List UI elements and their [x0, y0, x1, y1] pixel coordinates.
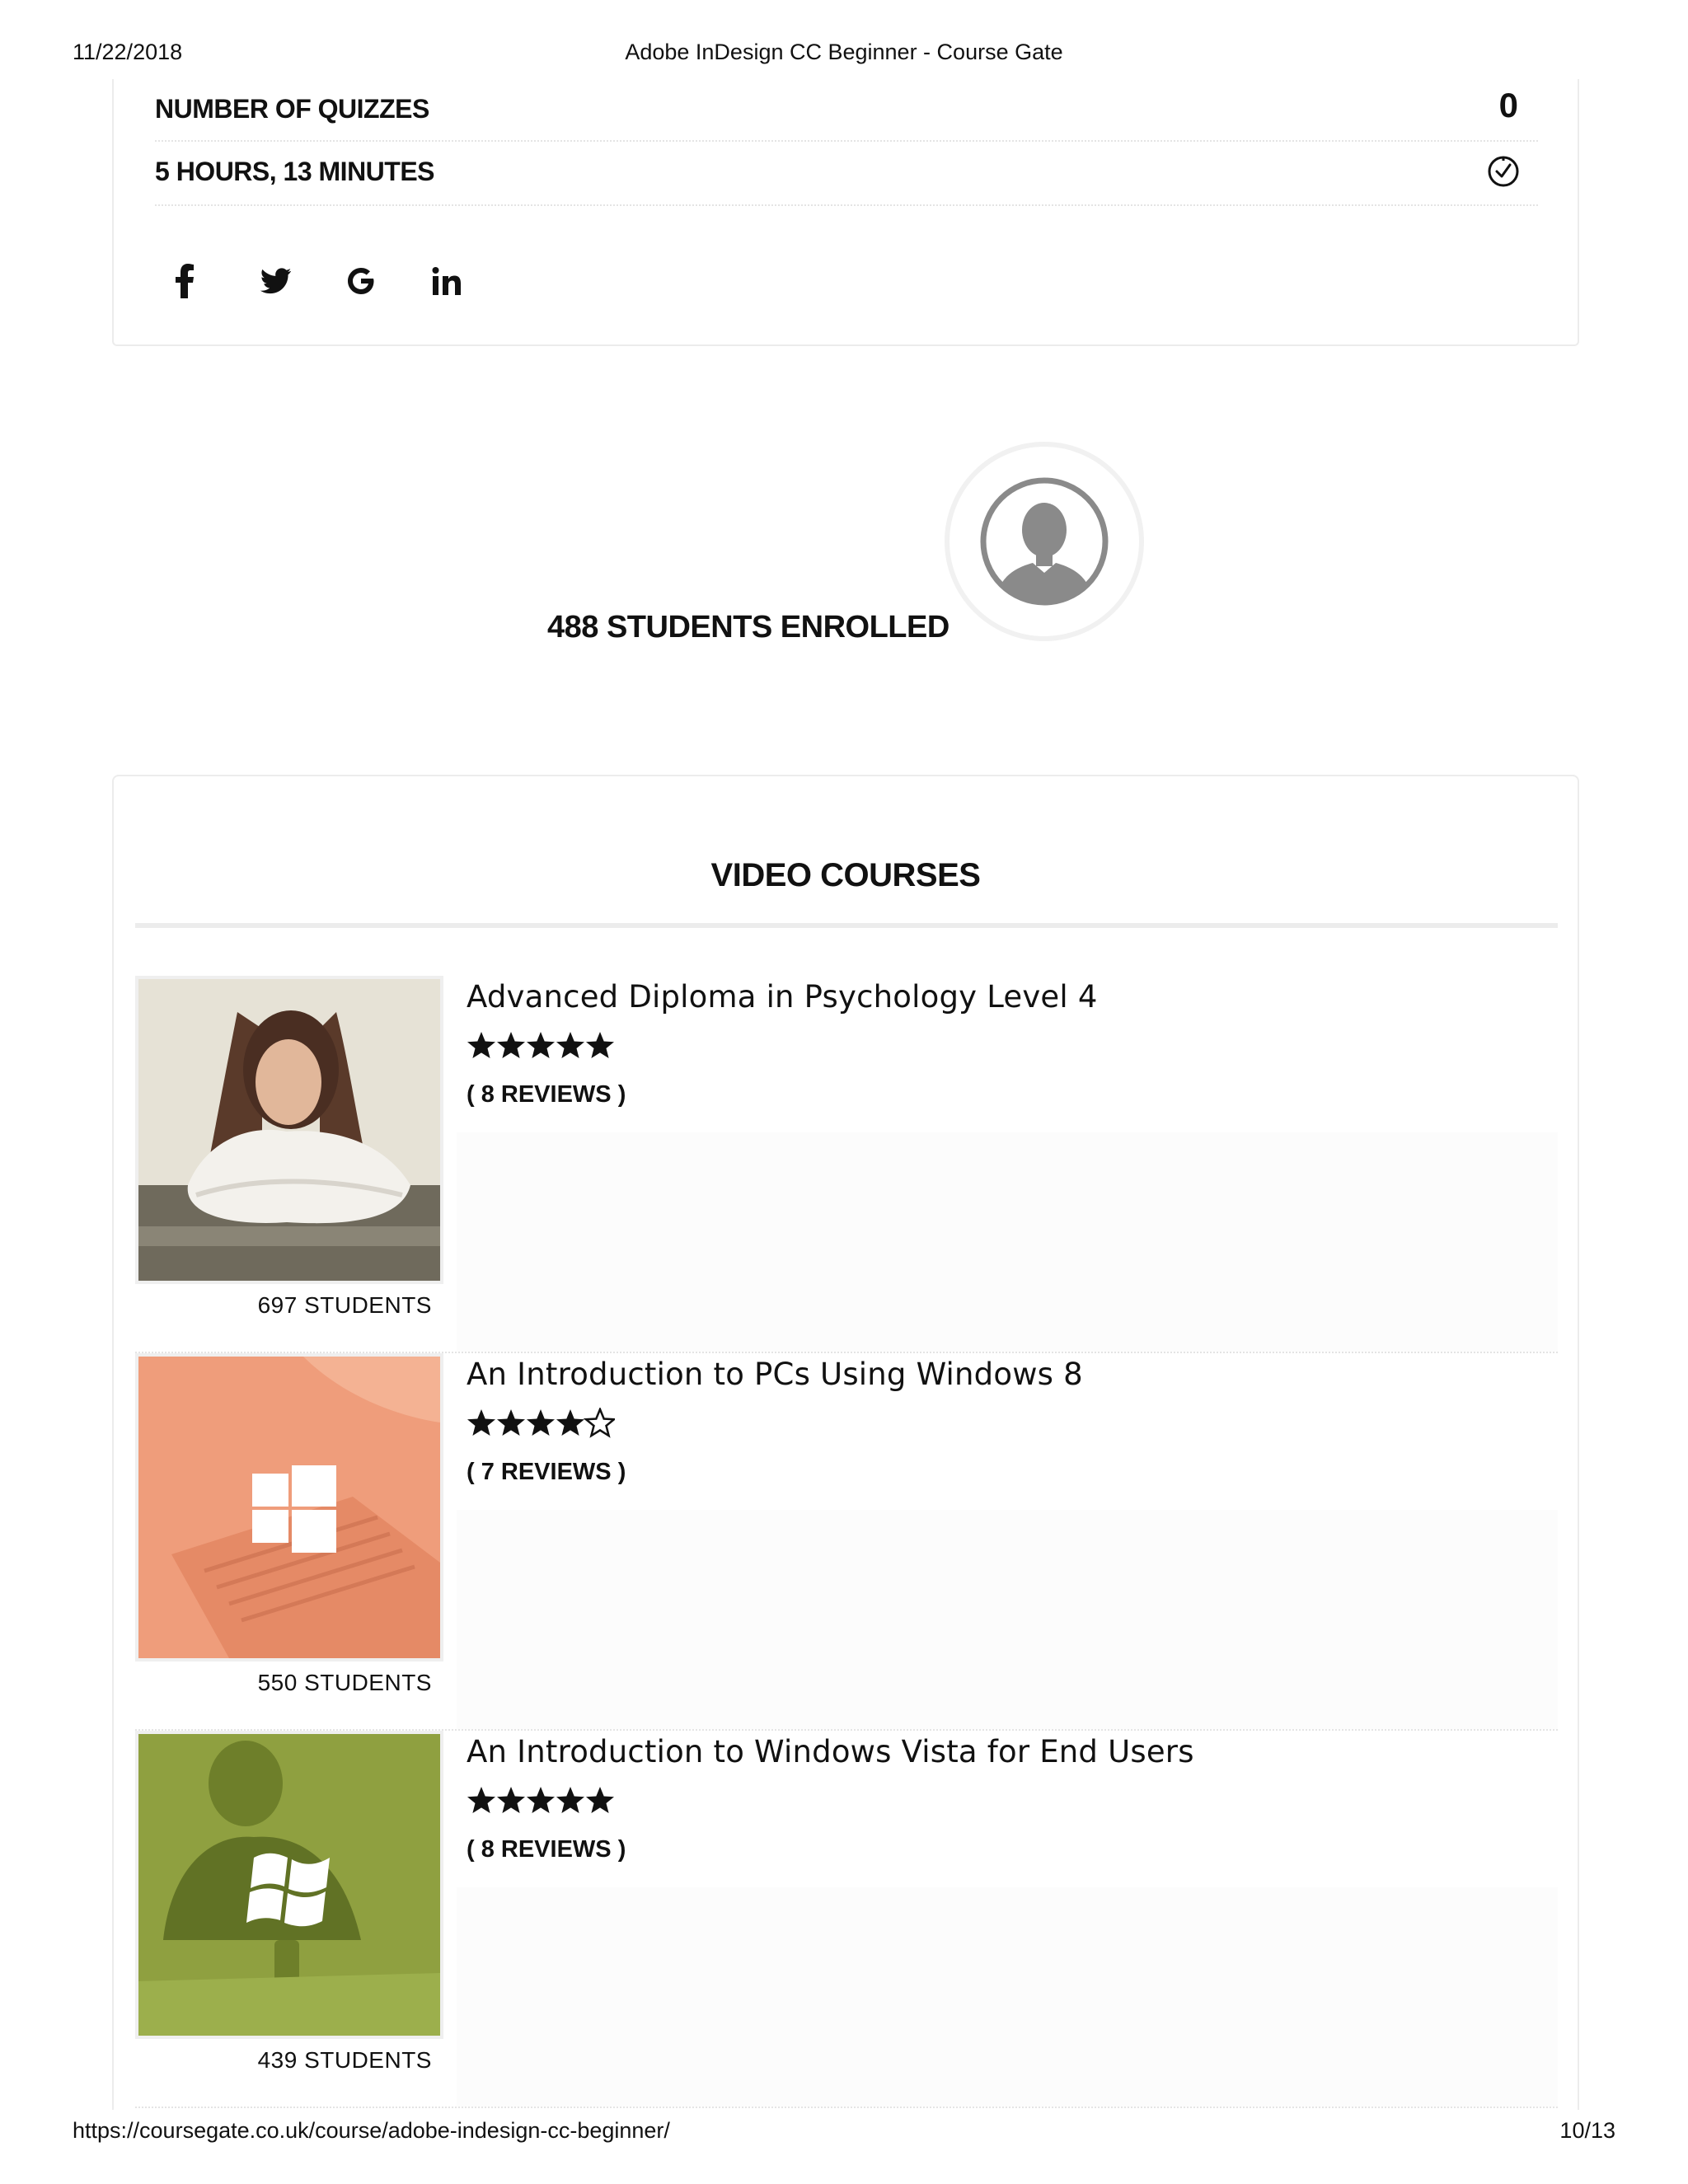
duration-label: 5 HOURS, 13 MINUTES: [155, 157, 435, 186]
course-item[interactable]: 697 STUDENTS Advanced Diploma in Psychol…: [135, 976, 1558, 1353]
quizzes-label: NUMBER OF QUIZZES: [155, 94, 429, 124]
course-meta-card: NUMBER OF QUIZZES 0 5 HOURS, 13 MINUTES: [112, 79, 1579, 346]
course-students-count: 439 STUDENTS: [257, 2047, 432, 2073]
social-share-bar: [155, 252, 498, 310]
person-photo-icon: [138, 979, 440, 1281]
section-divider: [135, 923, 1558, 928]
star-rating: [467, 1787, 614, 1813]
course-thumbnail[interactable]: [135, 976, 443, 1284]
course-detail-panel: [457, 1510, 1558, 1729]
course-item[interactable]: 439 STUDENTS An Introduction to Windows …: [135, 1731, 1558, 2108]
star-rating: [467, 1408, 615, 1438]
course-title-link[interactable]: An Introduction to PCs Using Windows 8: [467, 1357, 1083, 1392]
course-detail-panel: [457, 1887, 1558, 2107]
print-footer: https://coursegate.co.uk/course/adobe-in…: [0, 2118, 1688, 2146]
course-thumbnail[interactable]: [135, 1353, 443, 1661]
print-url: https://coursegate.co.uk/course/adobe-in…: [73, 2118, 670, 2143]
user-avatar-icon: [980, 477, 1109, 606]
course-item[interactable]: 550 STUDENTS An Introduction to PCs Usin…: [135, 1353, 1558, 1731]
star-rating: [467, 1032, 614, 1058]
course-students-count: 550 STUDENTS: [257, 1670, 432, 1695]
duration-row: 5 HOURS, 13 MINUTES: [155, 142, 1538, 206]
print-page-title: Adobe InDesign CC Beginner - Course Gate: [625, 40, 1063, 64]
twitter-icon[interactable]: [241, 252, 326, 310]
students-enrolled-count: 488 STUDENTS ENROLLED: [547, 610, 950, 644]
course-title-link[interactable]: Advanced Diploma in Psychology Level 4: [467, 979, 1098, 1015]
course-thumbnail[interactable]: [135, 1731, 443, 2039]
course-review-count: ( 8 REVIEWS ): [467, 1836, 626, 1863]
print-header: 11/22/2018 Adobe InDesign CC Beginner - …: [0, 40, 1688, 68]
quizzes-value: 0: [1498, 86, 1518, 124]
video-courses-card: VIDEO COURSES 697 STUDENTS Advanced Dipl…: [112, 775, 1579, 2110]
linkedin-icon[interactable]: [412, 252, 498, 310]
windows-8-logo-icon: [138, 1357, 440, 1658]
google-icon[interactable]: [326, 252, 412, 310]
course-review-count: ( 8 REVIEWS ): [467, 1081, 626, 1108]
quizzes-row: NUMBER OF QUIZZES 0: [155, 79, 1538, 142]
print-page-number: 10/13: [1559, 2118, 1615, 2143]
course-title-link[interactable]: An Introduction to Windows Vista for End…: [467, 1734, 1194, 1769]
windows-flag-logo-icon: [138, 1734, 440, 2036]
enrolled-avatar: [945, 442, 1144, 641]
course-detail-panel: [457, 1132, 1558, 1352]
clock-check-icon: [1488, 156, 1519, 187]
facebook-icon[interactable]: [155, 252, 241, 310]
course-students-count: 697 STUDENTS: [257, 1292, 432, 1318]
video-courses-heading: VIDEO COURSES: [710, 857, 981, 893]
course-review-count: ( 7 REVIEWS ): [467, 1459, 626, 1485]
